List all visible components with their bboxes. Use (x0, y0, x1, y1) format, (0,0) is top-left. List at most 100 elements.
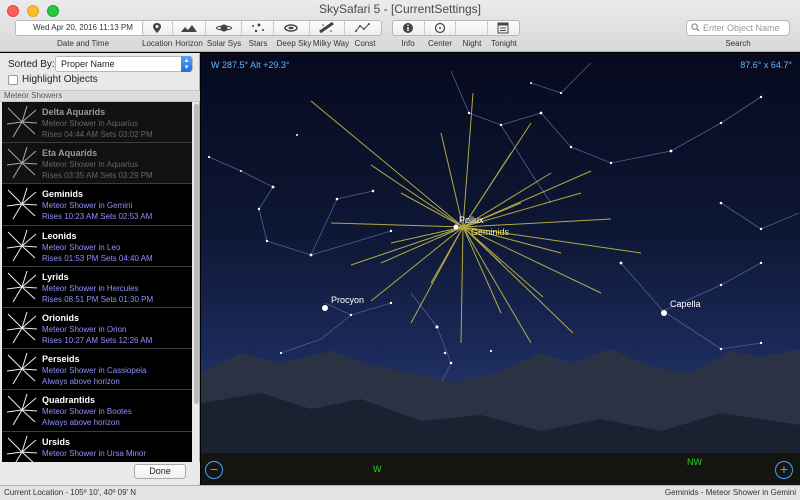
meteor-shower-icon (6, 394, 38, 426)
item-type: Meteor Shower in Bootes (42, 407, 132, 417)
list-item[interactable]: Orionids Meteor Shower in Orion Rises 10… (2, 307, 192, 350)
planet-icon (215, 24, 232, 32)
ground (201, 453, 800, 485)
calendar-icon (497, 22, 509, 34)
position-readout: W 287.5° Alt +29.3° (211, 60, 290, 70)
item-name: Delta Aquarids (42, 107, 106, 117)
search-placeholder: Enter Object Name (703, 23, 780, 33)
constellation-icon (355, 23, 371, 32)
horizon-icon (181, 25, 198, 32)
compass-west: W (373, 464, 382, 474)
meteor-shower-icon (6, 270, 38, 303)
list-item[interactable]: Eta Aquarids Meteor Shower in Aquarius R… (2, 143, 192, 185)
sort-select-value: Proper Name (61, 59, 115, 69)
meteor-shower-list: Delta Aquarids Meteor Shower in Aquarius… (2, 102, 192, 483)
item-name: Orionids (42, 312, 80, 323)
sort-select[interactable]: Proper Name ▴ ▾ (55, 56, 193, 72)
sky-drawing (201, 62, 800, 485)
sky-chart-view[interactable]: W 287.5° Alt +29.3° 87.6° x 64.7° Pollux… (201, 53, 800, 485)
item-type: Meteor Shower in Aquarius (42, 119, 139, 128)
shower-label-geminids[interactable]: Geminids (471, 227, 509, 237)
item-times: Rises 01:53 PM Sets 04:40 AM (42, 253, 153, 263)
date-time-field[interactable]: Wed Apr 20, 2016 11:13 PM (15, 20, 151, 36)
deep-sky-label: Deep Sky (276, 39, 312, 48)
item-name: Ursids (42, 436, 71, 447)
star-label-pollux[interactable]: Pollux (459, 215, 484, 225)
tonight-button[interactable] (488, 21, 519, 35)
item-times: Rises 08:51 PM Sets 01:30 PM (42, 294, 154, 304)
list-item[interactable]: Leonids Meteor Shower in Leo Rises 01:53… (2, 225, 192, 267)
meteor-shower-icon (6, 147, 38, 179)
stars-button[interactable] (242, 21, 274, 35)
center-button[interactable] (425, 21, 456, 35)
stars-label: Stars (248, 39, 268, 48)
item-name: Perseids (42, 354, 80, 365)
item-type: Meteor Shower in Cassiopeia (42, 366, 147, 376)
solar-system-button[interactable] (206, 21, 243, 35)
tonight-label: Tonight (491, 39, 517, 48)
solar-system-label: Solar Sys (206, 39, 242, 48)
compass-northwest: NW (687, 457, 702, 467)
toolbar: SkySafari 5 - [CurrentSettings] Wed Apr … (0, 0, 800, 52)
search-input[interactable]: Enter Object Name (686, 20, 790, 36)
galaxy-icon (284, 24, 298, 32)
search-icon (691, 23, 700, 32)
meteor-shower-icon (6, 352, 38, 385)
search-label: Search (725, 39, 751, 48)
item-type: Meteor Shower in Aquarius (42, 160, 139, 170)
location-button[interactable] (143, 21, 173, 35)
list-item[interactable]: Lyrids Meteor Shower in Hercules Rises 0… (2, 266, 192, 308)
item-type: Meteor Shower in Ursa Minor (42, 448, 147, 458)
location-label: Location (142, 39, 173, 48)
action-group (392, 20, 520, 36)
item-times: Rises 10:23 AM Sets 02:53 AM (42, 212, 153, 222)
item-name: Eta Aquarids (42, 148, 98, 159)
status-bar: Current Location - 105º 10', 40º 09' N G… (0, 485, 800, 500)
center-label: Center (427, 39, 452, 48)
list-item[interactable]: Delta Aquarids Meteor Shower in Aquarius… (2, 102, 192, 144)
item-name: Leonids (42, 230, 77, 241)
list-item[interactable]: Geminids Meteor Shower in Gemini Rises 1… (2, 184, 192, 226)
window-title: SkySafari 5 - [CurrentSettings] (318, 2, 482, 16)
crosshair-icon (434, 22, 445, 34)
horizon-label: Horizon (175, 39, 203, 48)
constellations-button[interactable] (345, 21, 381, 35)
item-times: Rises 03:35 AM Sets 03:29 PM (42, 171, 153, 181)
milky-way-icon (319, 22, 334, 34)
updown-caret-icon: ▴ ▾ (181, 56, 192, 72)
sorted-by-label: Sorted By: (8, 59, 55, 70)
meteor-shower-icon (6, 311, 38, 344)
zoom-in-button[interactable]: + (775, 461, 793, 479)
item-times: Rises 10:27 AM Sets 12:26 AM (42, 335, 153, 345)
deep-sky-button[interactable] (274, 21, 310, 35)
star-label-procyon[interactable]: Procyon (331, 295, 364, 305)
scrollbar-thumb[interactable] (194, 104, 199, 404)
star-label-capella[interactable]: Capella (670, 299, 701, 309)
list-item[interactable]: Quadrantids Meteor Shower in Bootes Alwa… (2, 390, 192, 432)
info-button[interactable] (393, 21, 425, 35)
milky-way-label: Milky Way (312, 39, 350, 48)
done-button[interactable]: Done (134, 464, 186, 479)
item-name: Quadrantids (42, 395, 96, 406)
meteor-shower-icon (6, 229, 38, 261)
date-time-label: Date and Time (56, 39, 110, 48)
horizon-button[interactable] (173, 21, 207, 35)
info-icon (403, 23, 414, 33)
meteor-shower-icon (6, 105, 38, 138)
list-item[interactable]: Perseids Meteor Shower in Cassiopeia Alw… (2, 349, 192, 391)
highlight-objects-checkbox[interactable]: Highlight Objects (8, 74, 98, 85)
milky-way-button[interactable] (310, 21, 346, 35)
item-type: Meteor Shower in Leo (42, 242, 121, 252)
highlight-objects-label: Highlight Objects (22, 74, 98, 85)
item-type: Meteor Shower in Gemini (42, 201, 133, 211)
star-field (207, 82, 763, 405)
view-toggle-group (142, 20, 382, 36)
zoom-out-button[interactable]: − (205, 461, 223, 479)
list-scrollbar[interactable] (193, 102, 199, 483)
stars-icon (251, 23, 264, 33)
item-name: Lyrids (42, 271, 69, 282)
night-label: Night (462, 39, 482, 48)
item-times: Always above horizon (42, 418, 120, 428)
night-button[interactable] (456, 21, 488, 35)
checkbox-box[interactable] (8, 74, 18, 85)
